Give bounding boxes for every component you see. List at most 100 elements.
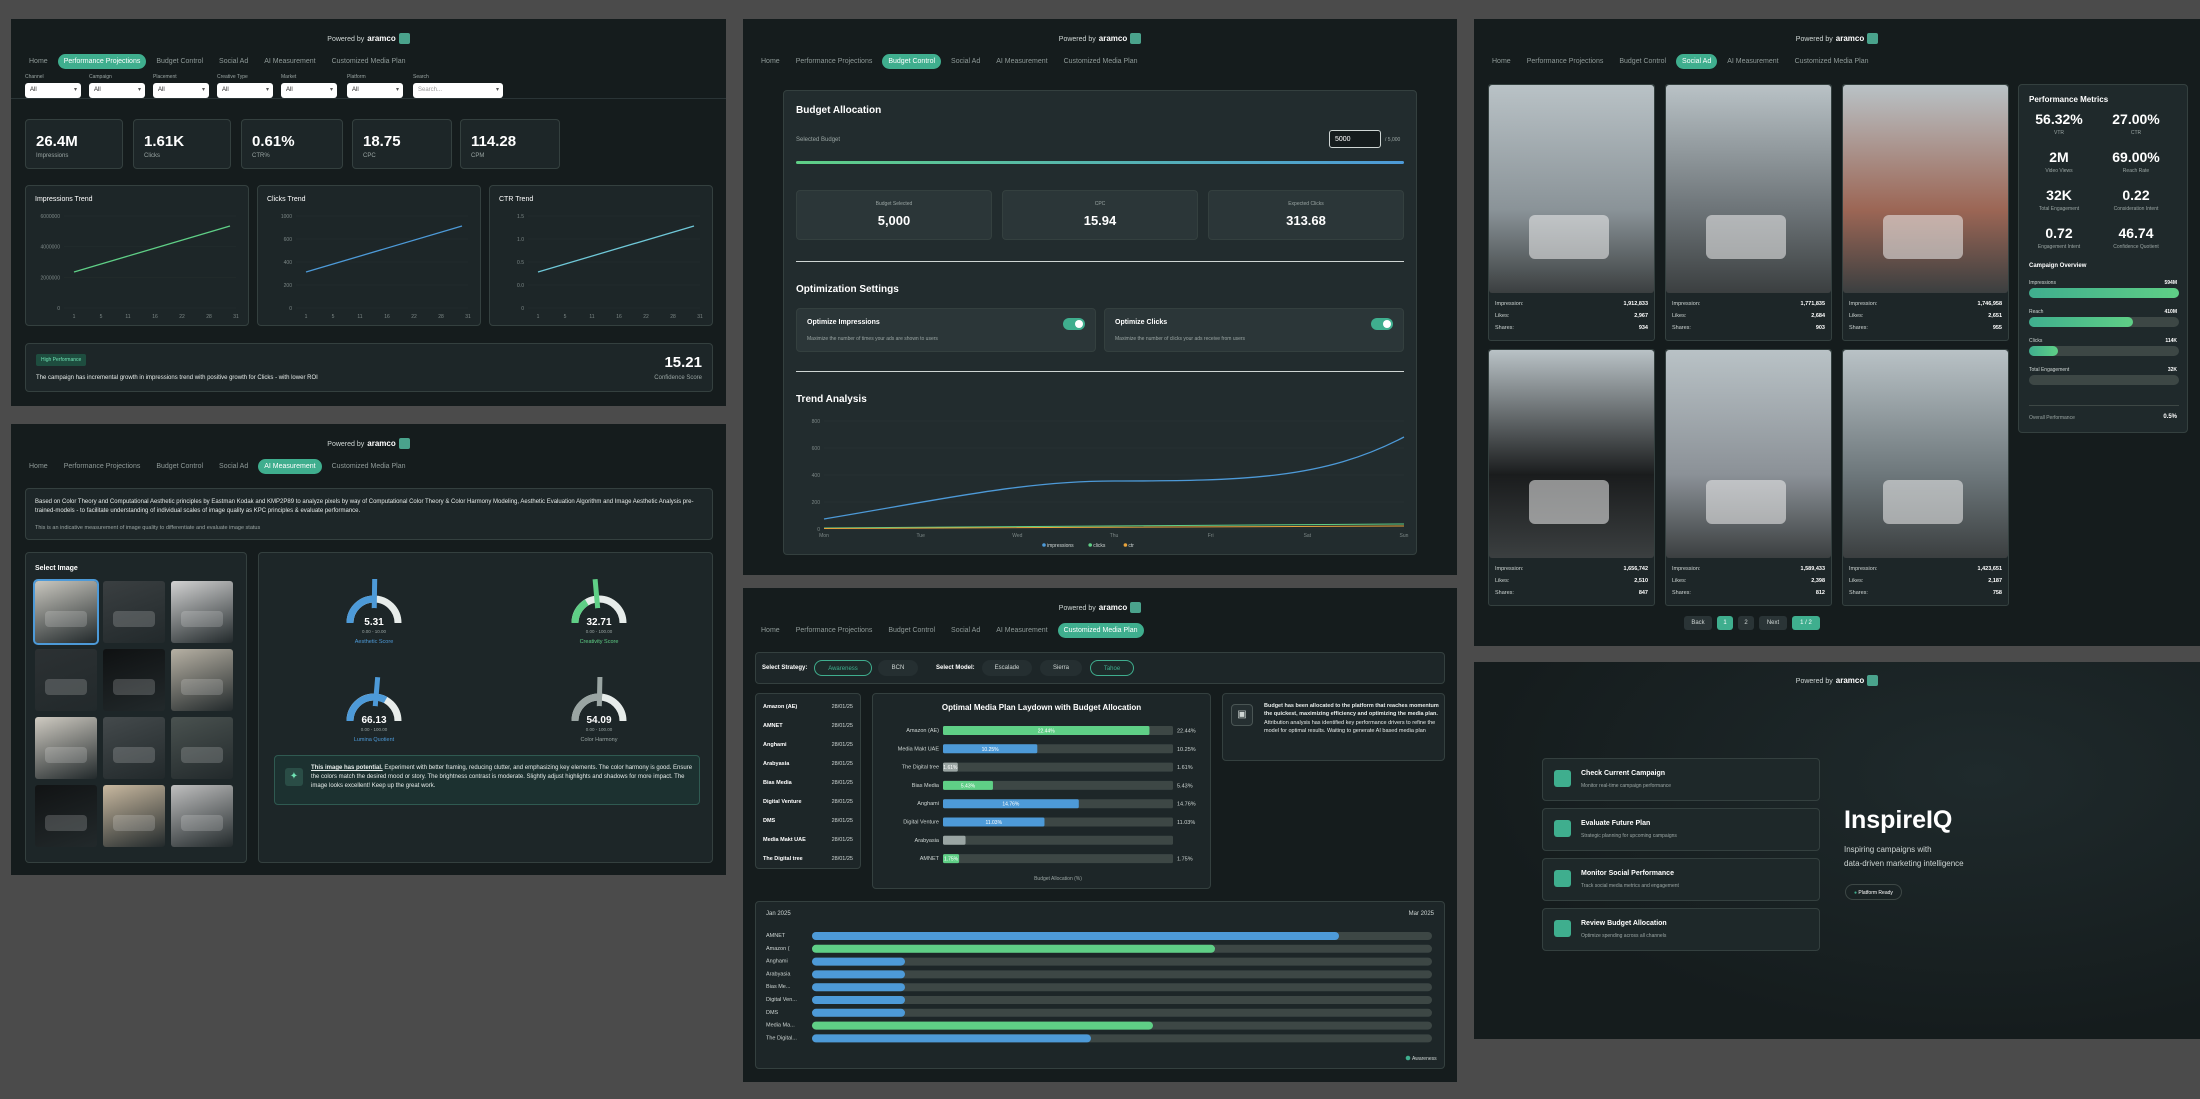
post-card[interactable]: Impression: 1,912,833 Likes: 2,967 Shares: 93… [1488, 84, 1655, 341]
panel-ai-measurement: Powered by aramco Home Performance Projec… [11, 424, 726, 875]
tab-social-ad[interactable]: Social Ad [213, 459, 254, 474]
tab-budget-control[interactable]: Budget Control [150, 459, 209, 474]
strategy-bcn[interactable]: BCN [878, 660, 918, 676]
post-card[interactable]: Impression: 1,771,835 Likes: 2,684 Shares: 90… [1665, 84, 1832, 341]
image-thumbnail[interactable] [35, 785, 97, 847]
model-tahoe[interactable]: Tahoe [1090, 660, 1134, 676]
tab-social-ad[interactable]: Social Ad [213, 54, 254, 69]
image-thumbnail[interactable] [171, 581, 233, 643]
tab-media-plan[interactable]: Customized Media Plan [1058, 54, 1144, 69]
menu-review-budget[interactable]: Review Budget Allocation Optimize spendin… [1542, 908, 1820, 951]
tab-ai-measurement[interactable]: AI Measurement [990, 623, 1053, 638]
optimize-clicks-toggle[interactable] [1371, 318, 1393, 330]
strategy-awareness[interactable]: Awareness [814, 660, 872, 676]
post-card[interactable]: Impression: 1,656,742 Likes: 2,510 Shares: 84… [1488, 349, 1655, 606]
image-thumbnail[interactable] [103, 649, 165, 711]
allocation-info-text: Budget has been allocated to the platfor… [1264, 703, 1439, 734]
filter-select[interactable]: All [347, 83, 403, 98]
menu-check-campaign[interactable]: Check Current Campaign Monitor real-time … [1542, 758, 1820, 801]
pagination-button[interactable]: Back [1684, 616, 1712, 630]
tab-ai-measurement[interactable]: AI Measurement [258, 54, 321, 69]
bar-value-label: 14.76% [1177, 802, 1196, 808]
menu-evaluate-plan[interactable]: Evaluate Future Plan Strategic planning f… [1542, 808, 1820, 851]
pagination-button[interactable]: 1 / 2 [1792, 616, 1820, 630]
vehicle-shape [1883, 480, 1963, 524]
publisher-name[interactable]: Anghami [763, 742, 787, 748]
filter-select[interactable]: All [25, 83, 81, 98]
image-thumbnail[interactable] [171, 717, 233, 779]
image-thumbnail[interactable] [103, 581, 165, 643]
menu-monitor-social[interactable]: Monitor Social Performance Track social m… [1542, 858, 1820, 901]
header: Powered by aramco Home Performance Projec… [743, 588, 1457, 638]
tab-performance-projections[interactable]: Performance Projections [58, 459, 147, 474]
publisher-name[interactable]: Amazon (AE) [763, 704, 797, 710]
tab-media-plan[interactable]: Customized Media Plan [326, 54, 412, 69]
tab-media-plan[interactable]: Customized Media Plan [1057, 623, 1144, 638]
gauges-card: 5.31 0.00 - 10.00 Aesthetic Score 32.71 0.00… [258, 552, 713, 863]
publisher-name[interactable]: Digital Venture [763, 799, 802, 805]
legend-label: clicks [1093, 543, 1106, 549]
publisher-name[interactable]: DMS [763, 818, 775, 824]
image-thumbnail[interactable] [35, 717, 97, 779]
pagination-button[interactable]: 1 [1717, 616, 1733, 630]
tab-ai-measurement[interactable]: AI Measurement [990, 54, 1053, 69]
divider [796, 261, 1404, 262]
image-thumbnail[interactable] [33, 579, 99, 645]
tab-budget-control[interactable]: Budget Control [882, 623, 941, 638]
budget-slider[interactable] [796, 161, 1404, 164]
post-card[interactable]: Impression: 1,423,651 Likes: 2,187 Shares: 75… [1842, 349, 2009, 606]
filter-select[interactable]: All [153, 83, 209, 98]
post-card[interactable]: Impression: 1,589,433 Likes: 2,398 Shares: 81… [1665, 349, 1832, 606]
tab-home[interactable]: Home [755, 54, 786, 69]
filter-select[interactable]: All [217, 83, 273, 98]
tab-media-plan[interactable]: Customized Media Plan [326, 459, 412, 474]
publisher-name[interactable]: Bias Media [763, 780, 792, 786]
tab-budget-control[interactable]: Budget Control [1613, 54, 1672, 69]
x-tick-label: 22 [411, 314, 417, 320]
overview-bar [2029, 346, 2058, 356]
image-thumbnail[interactable] [171, 785, 233, 847]
tab-budget-control[interactable]: Budget Control [882, 54, 942, 69]
search-input[interactable]: Search... [413, 83, 503, 98]
tab-ai-measurement[interactable]: AI Measurement [258, 459, 322, 474]
tab-social-ad[interactable]: Social Ad [945, 54, 986, 69]
tab-performance-projections[interactable]: Performance Projections [790, 623, 879, 638]
filter-select[interactable]: All [89, 83, 145, 98]
tab-home[interactable]: Home [23, 54, 54, 69]
tab-home[interactable]: Home [23, 459, 54, 474]
pagination-button[interactable]: Next [1759, 616, 1787, 630]
image-thumbnail[interactable] [103, 785, 165, 847]
post-card[interactable]: Impression: 1,746,958 Likes: 2,651 Shares: 95… [1842, 84, 2009, 341]
ai-result-text: This image has potential. Experiment wit… [311, 765, 693, 789]
bar-inner-label: 1.75% [944, 857, 959, 863]
publisher-name[interactable]: AMNET [763, 723, 783, 729]
image-thumbnail[interactable] [103, 717, 165, 779]
model-sierra[interactable]: Sierra [1040, 660, 1082, 676]
metric-label: Confidence Quotient [2113, 244, 2159, 250]
tab-budget-control[interactable]: Budget Control [150, 54, 209, 69]
post-stat-label: Impression: [1849, 301, 1878, 307]
tab-social-ad[interactable]: Social Ad [945, 623, 986, 638]
tab-performance-projections[interactable]: Performance Projections [790, 54, 879, 69]
gauge-range: 0.00 - 100.00 [586, 629, 613, 634]
optimize-impressions-toggle[interactable] [1063, 318, 1085, 330]
model-escalade[interactable]: Escalade [982, 660, 1032, 676]
tab-performance-projections[interactable]: Performance Projections [57, 54, 147, 69]
tab-home[interactable]: Home [755, 623, 786, 638]
tab-performance-projections[interactable]: Performance Projections [1521, 54, 1610, 69]
publisher-name[interactable]: The Digital tree [763, 856, 803, 862]
kpi-card: 18.75 CPC [352, 119, 452, 169]
tab-home[interactable]: Home [1486, 54, 1517, 69]
budget-input[interactable]: 5000 [1329, 130, 1381, 148]
filter-select[interactable]: All [281, 83, 337, 98]
tab-ai-measurement[interactable]: AI Measurement [1721, 54, 1784, 69]
publisher-name[interactable]: Media Makt UAE [763, 837, 806, 843]
image-thumbnail[interactable] [35, 649, 97, 711]
pagination-button[interactable]: 2 [1738, 616, 1754, 630]
image-thumbnail[interactable] [171, 649, 233, 711]
publisher-name[interactable]: Arabyasia [763, 761, 789, 767]
tab-social-ad[interactable]: Social Ad [1676, 54, 1718, 69]
post-stat-label: Shares: [1849, 590, 1868, 596]
metric-label: VTR [2054, 130, 2064, 136]
tab-media-plan[interactable]: Customized Media Plan [1789, 54, 1875, 69]
